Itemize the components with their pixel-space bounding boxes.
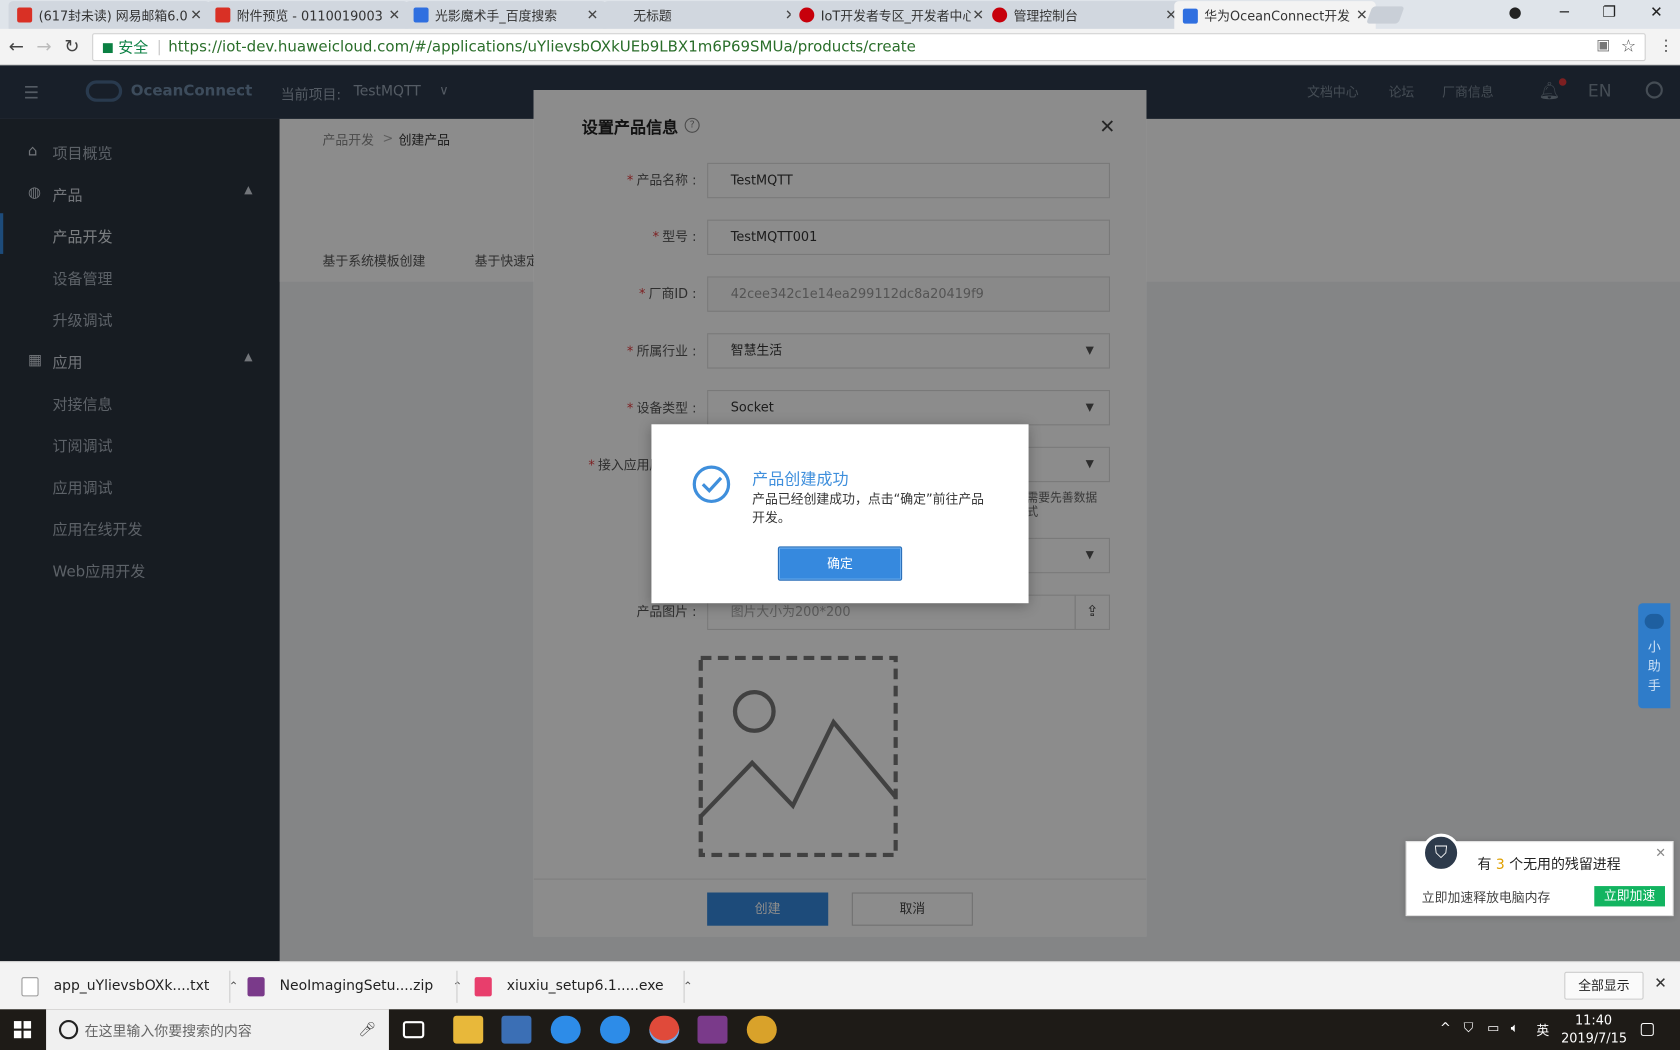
cortana-icon xyxy=(58,1020,79,1040)
restore-button[interactable]: ❐ xyxy=(1599,4,1620,21)
minimize-button[interactable]: ─ xyxy=(1554,4,1575,21)
download-item[interactable]: xiuxiu_setup6.1.....exe ⌃ xyxy=(474,962,693,1010)
download-item[interactable]: NeoImagingSetu....zip ⌃ xyxy=(247,962,462,1010)
dialog-title: 产品创建成功 xyxy=(752,469,849,489)
shield-icon: ⛉ xyxy=(1421,833,1461,873)
browser-tab[interactable]: 管理控制台 ✕ xyxy=(983,1,1186,29)
show-all-button[interactable]: 全部显示 xyxy=(1564,971,1644,1000)
download-item[interactable]: app_uYlievsbOXk....txt ⌃ xyxy=(21,962,238,1010)
lock-icon: ■ xyxy=(101,39,114,55)
download-bar: app_uYlievsbOXk....txt ⌃ NeoImagingSetu.… xyxy=(0,961,1680,1010)
confirm-button[interactable]: 确定 xyxy=(777,546,903,581)
photo-app-icon[interactable] xyxy=(746,1015,777,1044)
address-bar: ← → ↻ ■ 安全 | https://iot-dev.huaweicloud… xyxy=(0,28,1680,66)
winrar-icon[interactable] xyxy=(697,1015,728,1044)
baidu-icon xyxy=(413,7,429,23)
profile-icon[interactable]: ● xyxy=(1504,4,1525,21)
huawei-icon xyxy=(799,7,815,23)
taskbar-search[interactable]: 在这里输入你要搜索的内容 🎤︎ xyxy=(46,1009,389,1050)
mail-icon xyxy=(215,7,231,23)
reload-button[interactable]: ↻ xyxy=(64,36,79,57)
taskbar: 在这里输入你要搜索的内容 🎤︎ ^ ⛉ ▭ 🔈︎ 英 11:40 2019/7/… xyxy=(0,1009,1680,1050)
text-file-icon xyxy=(21,976,39,996)
browser-tab[interactable]: 附件预览 - 0110019003 ✕ xyxy=(206,1,409,29)
ie-icon[interactable] xyxy=(600,1015,631,1044)
network-icon[interactable]: ▭ xyxy=(1487,1020,1499,1035)
windows-start-icon[interactable] xyxy=(13,1021,32,1039)
browser-tab[interactable]: IoT开发者专区_开发者中心 ✕ xyxy=(790,1,993,29)
chrome-icon[interactable] xyxy=(649,1015,680,1044)
close-icon[interactable]: ✕ xyxy=(1655,845,1666,860)
close-tab-icon[interactable]: ✕ xyxy=(189,7,204,23)
close-tab-icon[interactable]: ✕ xyxy=(585,7,600,23)
archive-icon xyxy=(247,976,265,996)
ime-indicator[interactable]: 英 xyxy=(1536,1021,1549,1039)
new-tab-button[interactable] xyxy=(1366,6,1405,24)
browser-tab[interactable]: 无标题 ✕ xyxy=(603,1,805,29)
clock-date[interactable]: 2019/7/15 xyxy=(1561,1031,1627,1046)
browser-tab-strip: (617封未读) 网易邮箱6.0 ✕ 附件预览 - 0110019003 ✕ 光… xyxy=(0,0,1680,31)
mail-icon xyxy=(17,7,33,23)
store-icon[interactable] xyxy=(501,1015,532,1044)
browser-tab[interactable]: 光影魔术手_百度搜索 ✕ xyxy=(405,1,607,29)
chevron-up-icon[interactable]: ^ xyxy=(1440,1020,1451,1035)
robot-icon xyxy=(1644,613,1664,629)
bar-chart-icon xyxy=(1182,8,1198,24)
success-dialog: 产品创建成功 产品已经创建成功，点击“确定”前往产品开发。 确定 xyxy=(651,424,1029,604)
window-close-button[interactable]: ✕ xyxy=(1646,4,1667,21)
shield-tray-icon[interactable]: ⛉ xyxy=(1464,1020,1474,1036)
task-view-icon[interactable] xyxy=(402,1021,425,1039)
cleanup-notification: ⛉ 有 3 个无用的残留进程 ✕ 立即加速释放电脑内存 立即加速 xyxy=(1405,833,1674,917)
menu-icon[interactable]: ⋮ xyxy=(1659,38,1674,55)
file-explorer-icon[interactable] xyxy=(453,1015,484,1044)
microphone-icon[interactable]: 🎤︎ xyxy=(358,1022,376,1038)
huawei-icon xyxy=(992,7,1008,23)
installer-icon xyxy=(474,976,492,996)
back-button[interactable]: ← xyxy=(9,36,24,57)
translate-icon[interactable]: ▣ xyxy=(1596,36,1610,53)
clock-time[interactable]: 11:40 xyxy=(1575,1013,1612,1028)
blank-page-icon xyxy=(612,8,627,23)
volume-icon[interactable]: 🔈︎ xyxy=(1511,1020,1519,1036)
action-center-icon[interactable]: ▢ xyxy=(1639,1018,1655,1038)
close-icon[interactable]: ✕ xyxy=(1654,975,1667,992)
forward-button[interactable]: → xyxy=(36,36,51,57)
notification-subtitle: 立即加速释放电脑内存 xyxy=(1421,890,1551,906)
bookmark-star-icon[interactable]: ☆ xyxy=(1621,35,1636,55)
close-tab-icon[interactable]: ✕ xyxy=(387,7,402,23)
skype-icon[interactable] xyxy=(550,1015,581,1044)
browser-tab-active[interactable]: 华为OceanConnect开发 ✕ xyxy=(1174,1,1376,31)
dialog-message: 产品已经创建成功，点击“确定”前往产品开发。 xyxy=(752,491,985,526)
success-check-icon xyxy=(692,465,731,504)
speed-up-button[interactable]: 立即加速 xyxy=(1594,886,1666,907)
url-field[interactable]: ■ 安全 | https://iot-dev.huaweicloud.com/#… xyxy=(92,33,1646,62)
browser-tab[interactable]: (617封未读) 网易邮箱6.0 ✕ xyxy=(8,1,211,29)
assistant-tab[interactable]: 小助手 xyxy=(1638,603,1671,709)
